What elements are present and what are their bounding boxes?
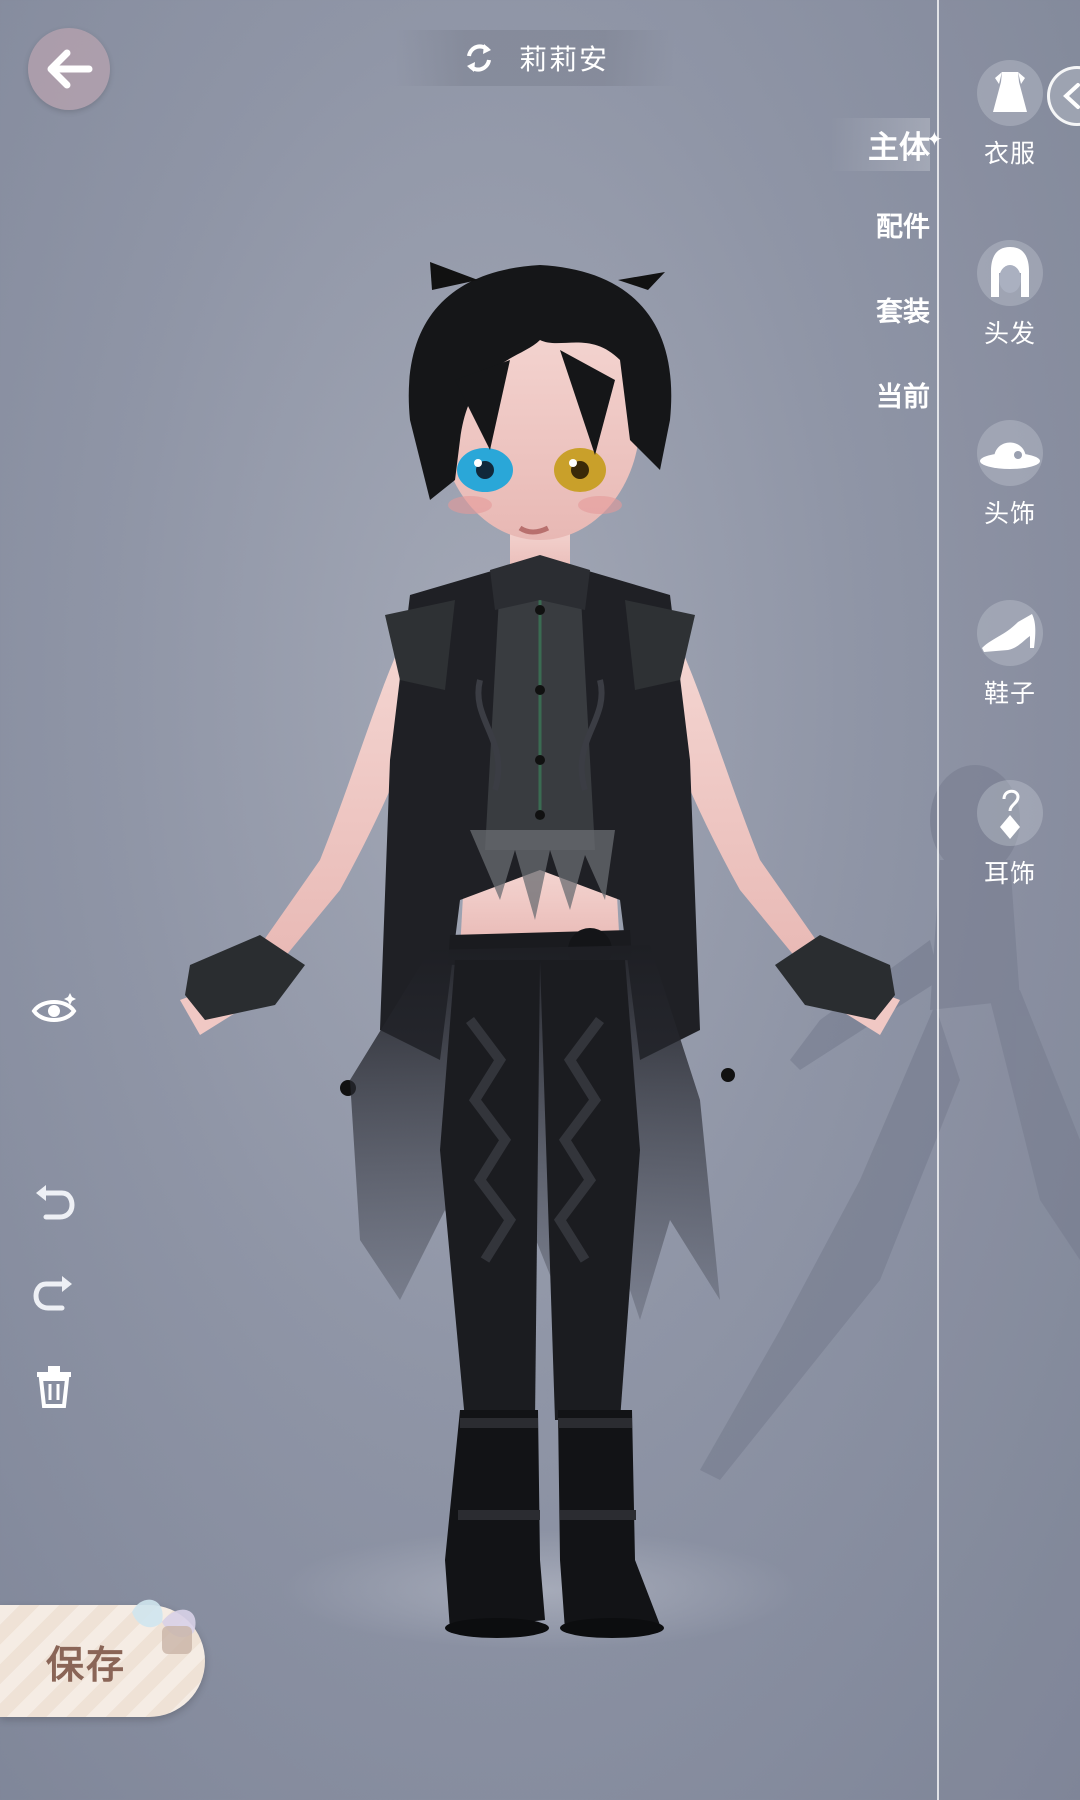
visibility-toggle-button[interactable] xyxy=(28,985,80,1037)
category-headwear-label: 头饰 xyxy=(983,499,1036,528)
character-stage xyxy=(180,262,1080,1650)
save-label: 保存 xyxy=(46,1641,127,1687)
tab-accessories[interactable]: 配件 xyxy=(840,205,930,244)
cat-ear-right xyxy=(618,272,665,290)
category-headwear[interactable]: 头饰 xyxy=(955,420,1065,530)
hair-icon xyxy=(977,240,1043,306)
earring-icon xyxy=(977,780,1043,846)
dress-icon xyxy=(977,60,1043,126)
category-clothes[interactable]: 衣服 xyxy=(955,60,1065,170)
bow-decoration-icon xyxy=(132,1599,196,1654)
hat-icon xyxy=(977,420,1043,486)
character-name: 莉莉安 xyxy=(518,43,609,76)
category-shoes-label: 鞋子 xyxy=(983,679,1036,708)
category-hair[interactable]: 头发 xyxy=(955,240,1065,350)
category-earrings-label: 耳饰 xyxy=(983,859,1036,888)
undo-icon xyxy=(36,1185,75,1220)
character-title[interactable]: 莉莉安 xyxy=(395,30,675,86)
delete-button[interactable] xyxy=(28,1360,80,1412)
tab-outfit-sets[interactable]: 套装 xyxy=(840,290,930,329)
sparkle-icon: ✦ xyxy=(926,127,943,151)
eye-icon xyxy=(31,993,77,1022)
trash-icon xyxy=(37,1366,71,1408)
undo-button[interactable] xyxy=(28,1177,80,1229)
refresh-icon[interactable] xyxy=(461,40,497,76)
back-button[interactable] xyxy=(28,28,110,110)
back-arrow-icon xyxy=(47,49,93,89)
head xyxy=(408,262,672,540)
category-earrings[interactable]: 耳饰 xyxy=(955,780,1065,890)
redo-icon xyxy=(33,1276,72,1311)
redo-button[interactable] xyxy=(28,1268,80,1320)
high-heel-icon xyxy=(977,600,1043,666)
category-clothes-label: 衣服 xyxy=(983,139,1036,168)
dressup-scene: 莉莉安 主体 ✦ 配件 套装 当前 衣服 头发 头饰 鞋子 耳饰 保存 xyxy=(0,0,1080,1800)
category-shoes[interactable]: 鞋子 xyxy=(955,600,1065,710)
tab-main[interactable]: 主体 xyxy=(830,118,930,171)
tab-current[interactable]: 当前 xyxy=(840,375,930,414)
category-hair-label: 头发 xyxy=(983,319,1036,348)
